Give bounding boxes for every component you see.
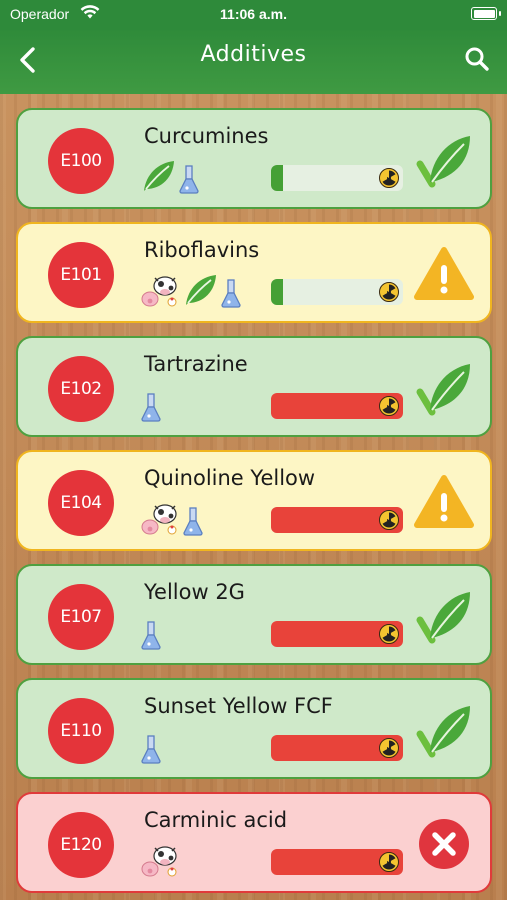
additive-name: Riboflavins <box>144 238 260 262</box>
check-leaf-icon <box>414 130 474 190</box>
e-number-badge: E110 <box>48 698 114 764</box>
additive-card[interactable]: E120 Carminic acid <box>16 792 492 893</box>
flask-icon <box>220 278 242 308</box>
origin-icons <box>140 614 162 650</box>
additive-card[interactable]: E102 Tartrazine <box>16 336 492 437</box>
origin-icons <box>140 272 242 308</box>
radiation-icon <box>379 738 399 758</box>
risk-level-bar <box>271 279 403 305</box>
flask-icon <box>140 620 162 650</box>
radiation-icon <box>379 510 399 530</box>
additive-card[interactable]: E107 Yellow 2G <box>16 564 492 665</box>
origin-icons <box>140 386 162 422</box>
risk-level-bar <box>271 735 403 761</box>
flask-icon <box>178 164 200 194</box>
radiation-icon <box>379 282 399 302</box>
warning-icon <box>414 244 474 304</box>
flask-icon <box>140 734 162 764</box>
search-icon[interactable] <box>463 45 491 73</box>
additive-name: Quinoline Yellow <box>144 466 316 490</box>
additive-card[interactable]: E104 Quinoline Yellow <box>16 450 492 551</box>
risk-level-bar <box>271 621 403 647</box>
origin-icons <box>140 728 162 764</box>
risk-level-bar <box>271 507 403 533</box>
risk-level-fill <box>271 279 283 305</box>
additive-card[interactable]: E100 Curcumines <box>16 108 492 209</box>
content-area: E100 Curcumines E101 Riboflavins E102 Tartraz… <box>0 94 507 900</box>
risk-level-bar <box>271 393 403 419</box>
additive-name: Tartrazine <box>144 352 248 376</box>
risk-level-bar <box>271 165 403 191</box>
additive-name: Carminic acid <box>144 808 288 832</box>
additive-name: Sunset Yellow FCF <box>144 694 333 718</box>
e-number-badge: E102 <box>48 356 114 422</box>
cross-icon <box>414 814 474 874</box>
e-number-badge: E120 <box>48 812 114 878</box>
leaf-icon <box>182 272 218 308</box>
nav-bar: Additives <box>0 30 507 94</box>
radiation-icon <box>379 624 399 644</box>
origin-icons <box>140 842 180 878</box>
additive-name: Curcumines <box>144 124 269 148</box>
animal-icon <box>140 272 180 308</box>
leaf-icon <box>140 158 176 194</box>
check-leaf-icon <box>414 586 474 646</box>
flask-icon <box>140 392 162 422</box>
flask-icon <box>182 506 204 536</box>
origin-icons <box>140 158 200 194</box>
e-number-badge: E101 <box>48 242 114 308</box>
warning-icon <box>414 472 474 532</box>
page-title: Additives <box>200 42 307 67</box>
additive-card[interactable]: E101 Riboflavins <box>16 222 492 323</box>
e-number-badge: E104 <box>48 470 114 536</box>
radiation-icon <box>379 396 399 416</box>
e-number-badge: E100 <box>48 128 114 194</box>
battery-icon <box>471 7 501 20</box>
radiation-icon <box>379 168 399 188</box>
animal-icon <box>140 500 180 536</box>
animal-icon <box>140 842 180 878</box>
radiation-icon <box>379 852 399 872</box>
clock: 11:06 a.m. <box>220 6 287 22</box>
additives-list: E100 Curcumines E101 Riboflavins E102 Tartraz… <box>16 108 492 900</box>
risk-level-fill <box>271 165 283 191</box>
additive-card[interactable]: E110 Sunset Yellow FCF <box>16 678 492 779</box>
check-leaf-icon <box>414 358 474 418</box>
e-number-badge: E107 <box>48 584 114 650</box>
check-leaf-icon <box>414 700 474 760</box>
additive-name: Yellow 2G <box>144 580 245 604</box>
origin-icons <box>140 500 204 536</box>
status-bar: Operador 11:06 a.m. <box>0 0 507 30</box>
risk-level-bar <box>271 849 403 875</box>
